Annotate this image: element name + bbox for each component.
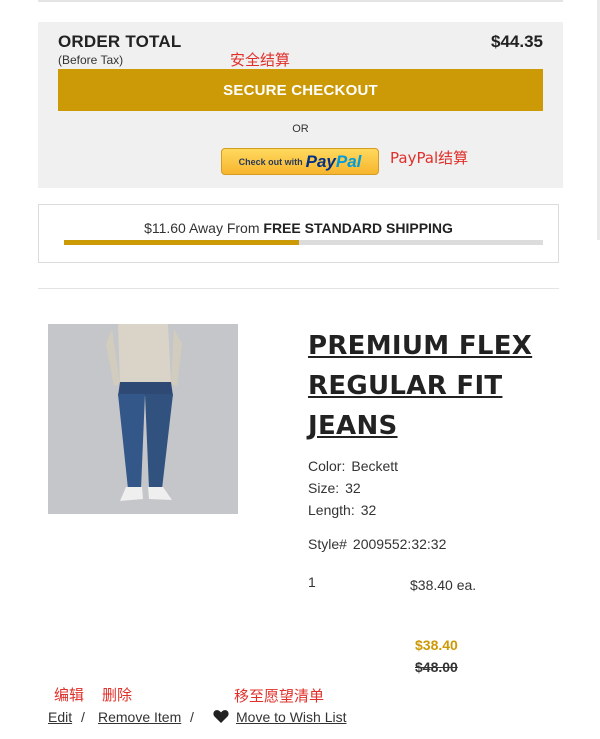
unit-price: $38.40 ea. (410, 577, 477, 593)
edit-link[interactable]: Edit (48, 709, 72, 725)
product-image[interactable] (48, 324, 238, 514)
shipping-progress-bar (64, 240, 543, 245)
product-length: Length: 32 (308, 502, 376, 518)
secure-checkout-button[interactable]: SECURE CHECKOUT (58, 69, 543, 111)
heart-icon[interactable] (213, 709, 229, 729)
product-title-link[interactable]: PREMIUM FLEX REGULAR FIT JEANS (308, 326, 548, 446)
product-color: Color: Beckett (308, 458, 398, 474)
product-style: Style# 2009552:32:32 (308, 536, 446, 552)
paypal-logo-pay: Pay (305, 151, 336, 171)
shipping-progress-fill (64, 240, 299, 245)
color-label: Color: (308, 458, 346, 474)
order-total-label: ORDER TOTAL (58, 32, 182, 51)
size-label: Size: (308, 480, 340, 496)
section-divider (38, 288, 559, 289)
style-value: 2009552:32:32 (352, 536, 447, 552)
shipping-message: $11.60 Away From FREE STANDARD SHIPPING (39, 220, 558, 236)
move-to-wishlist-link[interactable]: Move to Wish List (236, 709, 346, 725)
original-price: $48.00 (415, 659, 458, 675)
paypal-logo: PayPal (306, 152, 362, 172)
annotation-remove: 删除 (102, 686, 133, 704)
shipping-away-text: $11.60 Away From (144, 220, 264, 236)
action-separator: / (190, 709, 194, 725)
before-tax-label: (Before Tax) (58, 53, 124, 67)
order-summary-panel: ORDER TOTAL (Before Tax) $44.35 安全结算 SEC… (38, 22, 563, 188)
annotation-wishlist: 移至愿望清单 (234, 687, 325, 705)
length-label: Length: (308, 502, 355, 518)
paypal-prefix-text: Check out with (238, 156, 303, 167)
free-shipping-banner: $11.60 Away From FREE STANDARD SHIPPING (38, 204, 559, 263)
annotation-secure-checkout: 安全结算 (230, 51, 291, 69)
product-size: Size: 32 (308, 480, 361, 496)
jeans-model-illustration (48, 324, 238, 514)
top-border (38, 0, 563, 2)
shipping-free-text: FREE STANDARD SHIPPING (263, 220, 453, 236)
heart-icon-svg (213, 710, 229, 723)
quantity-value[interactable]: 1 (308, 574, 316, 590)
remove-item-link[interactable]: Remove Item (98, 709, 181, 725)
paypal-checkout-button[interactable]: Check out with PayPal (221, 148, 379, 175)
color-value: Beckett (351, 458, 399, 474)
order-total-amount: $44.35 (491, 32, 543, 51)
action-separator: / (81, 709, 85, 725)
length-value: 32 (360, 502, 377, 518)
or-separator: OR (292, 123, 309, 135)
sale-price: $38.40 (415, 637, 458, 653)
annotation-paypal: PayPal结算 (390, 149, 469, 167)
annotation-edit: 编辑 (54, 686, 85, 704)
paypal-logo-pal: Pal (335, 151, 362, 171)
style-label: Style# (308, 536, 347, 552)
size-value: 32 (345, 480, 361, 496)
